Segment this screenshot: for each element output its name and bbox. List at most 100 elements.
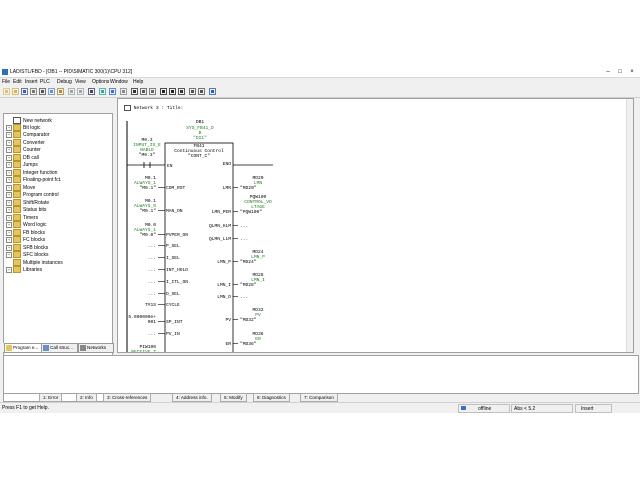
tree-item[interactable]: + SFB blocks	[6, 244, 48, 251]
menu-window[interactable]: Window	[110, 79, 128, 85]
menu-insert[interactable]: Insert	[25, 79, 38, 85]
tree-item[interactable]: + Word logic	[6, 221, 47, 228]
en-contact-label: "M0.3"	[139, 152, 156, 158]
expand-icon[interactable]: +	[6, 251, 12, 258]
tab-icon	[80, 345, 86, 351]
details-tab-6[interactable]: 6: Diagnostics	[253, 393, 290, 402]
expand-icon[interactable]: +	[6, 169, 12, 176]
tree-item[interactable]: + Shift/Rotate	[6, 199, 49, 206]
paste-icon[interactable]	[57, 88, 64, 95]
cut-icon[interactable]	[39, 88, 46, 95]
expand-icon[interactable]: +	[6, 154, 12, 161]
details-tab-2[interactable]: 2: Info	[76, 393, 97, 402]
menu-options[interactable]: Options	[92, 79, 109, 85]
expand-icon[interactable]: +	[6, 191, 12, 198]
pane-tab-1[interactable]: Call struc...	[41, 343, 78, 353]
output-var-label: "MD28"	[240, 282, 257, 288]
folder-icon	[13, 266, 21, 273]
tree-item-label: Integer function	[23, 169, 58, 176]
tree-item-label: FC blocks	[23, 236, 46, 243]
details-tab-4[interactable]: 4: Address info.	[172, 393, 212, 402]
details-window[interactable]	[3, 355, 639, 394]
fbd-icon[interactable]	[149, 88, 156, 95]
redo-icon[interactable]	[77, 88, 84, 95]
expand-icon[interactable]: +	[6, 161, 12, 168]
expand-icon[interactable]: +	[6, 221, 12, 228]
menu-file[interactable]: File	[2, 79, 10, 85]
details-tab-5[interactable]: 5: Modify	[220, 393, 247, 402]
overview-icon[interactable]	[120, 88, 127, 95]
copy-icon[interactable]	[48, 88, 55, 95]
expand-icon[interactable]: +	[6, 146, 12, 153]
tree-item[interactable]: + Jumps	[6, 161, 38, 168]
close-button[interactable]: ×	[626, 68, 638, 77]
tree-item[interactable]: Multiple instances	[6, 259, 63, 266]
menu-debug[interactable]: Debug	[57, 79, 72, 85]
expand-icon[interactable]: +	[6, 229, 12, 236]
expand-icon[interactable]: +	[6, 184, 12, 191]
expand-icon[interactable]: +	[6, 199, 12, 206]
expand-icon[interactable]: +	[6, 124, 12, 131]
tree-item[interactable]: + SFC blocks	[6, 251, 49, 258]
minimize-button[interactable]: –	[602, 68, 614, 77]
folder-icon	[13, 176, 21, 183]
expand-icon[interactable]: +	[6, 266, 12, 273]
new-icon[interactable]	[3, 88, 10, 95]
ladder-editor[interactable]: Network 3 : Title: DB1 SYS_FB41_D B "DI1" FB…	[117, 98, 634, 353]
menu-view[interactable]: View	[75, 79, 86, 85]
expand-icon[interactable]: +	[6, 236, 12, 243]
tree-item[interactable]: + Status bits	[6, 206, 46, 213]
undo-icon[interactable]	[68, 88, 75, 95]
input-var-label: ...	[148, 244, 156, 249]
pane-tabs: Program e... Call struc... Networks	[3, 343, 114, 353]
tree-item[interactable]: + Converter	[6, 139, 45, 146]
tree-item[interactable]: + Counter	[6, 146, 41, 153]
tree-item[interactable]: + Timers	[6, 214, 38, 221]
maximize-button[interactable]: □	[614, 68, 626, 77]
open-icon[interactable]	[12, 88, 19, 95]
tree-item[interactable]: + Bit logic	[6, 124, 41, 131]
menu-edit[interactable]: Edit	[13, 79, 22, 85]
expand-icon[interactable]: +	[6, 139, 12, 146]
pane-tab-2[interactable]: Networks	[78, 343, 114, 353]
insert-contact-icon[interactable]	[160, 88, 167, 95]
branch-close-icon[interactable]	[198, 88, 205, 95]
expand-icon[interactable]: +	[6, 214, 12, 221]
folder-icon	[13, 259, 21, 266]
tree-item[interactable]: + Integer function	[6, 169, 57, 176]
insert-coil-icon[interactable]	[169, 88, 176, 95]
monitor-icon[interactable]	[109, 88, 116, 95]
ladder-icon[interactable]	[131, 88, 138, 95]
details-tab-1[interactable]: 1: Error	[39, 393, 63, 402]
insert-box-icon[interactable]	[178, 88, 185, 95]
expand-icon[interactable]: +	[6, 176, 12, 183]
help-icon[interactable]	[209, 88, 216, 95]
folder-icon	[13, 139, 21, 146]
branch-open-icon[interactable]	[189, 88, 196, 95]
print-icon[interactable]	[30, 88, 37, 95]
stl-icon[interactable]	[140, 88, 147, 95]
details-tab-3[interactable]: 3: Cross-references	[103, 393, 152, 402]
menu-help[interactable]: Help	[133, 79, 143, 85]
pane-tab-0[interactable]: Program e...	[4, 343, 42, 353]
save-icon[interactable]	[21, 88, 28, 95]
pane-tab-label: Networks	[87, 345, 107, 350]
vertical-scrollbar[interactable]	[626, 99, 633, 352]
tree-item[interactable]: + Comparator	[6, 131, 49, 138]
online-icon[interactable]	[99, 88, 106, 95]
tree-item[interactable]: + Libraries	[6, 266, 42, 273]
tree-item[interactable]: + FB blocks	[6, 229, 45, 236]
tree-item[interactable]: New network	[6, 117, 52, 124]
details-tab-7[interactable]: 7: Comparison	[300, 393, 338, 402]
find-icon[interactable]	[88, 88, 95, 95]
expand-icon[interactable]: +	[6, 244, 12, 251]
expand-icon[interactable]: +	[6, 131, 12, 138]
details-tabs: 1: Error 2: Info 3: Cross-references 4: Add…	[3, 393, 637, 402]
tree-item[interactable]: + FC blocks	[6, 236, 45, 243]
tree-item[interactable]: + Move	[6, 184, 35, 191]
tree-item[interactable]: + DB call	[6, 154, 39, 161]
tree-item[interactable]: + Floating-point fct.	[6, 176, 61, 183]
tree-item[interactable]: + Program control	[6, 191, 59, 198]
expand-icon[interactable]: +	[6, 206, 12, 213]
menu-plc[interactable]: PLC	[40, 79, 50, 85]
